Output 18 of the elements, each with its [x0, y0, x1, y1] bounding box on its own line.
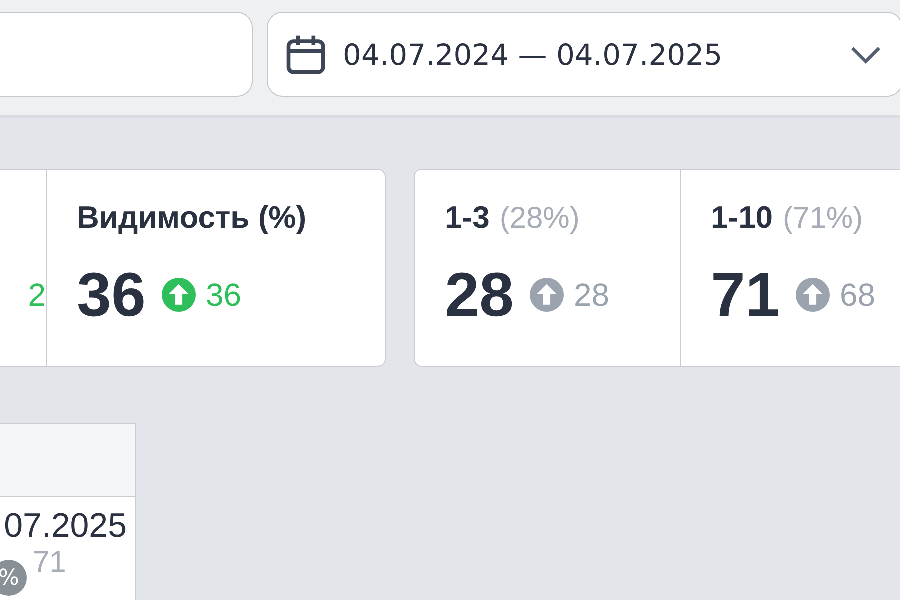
table-cell: 71 [33, 546, 66, 580]
metric-share: (28%) [500, 202, 580, 236]
date-range-text: 04.07.2024 — 04.07.2025 [343, 38, 723, 72]
metric-change: 2 [28, 276, 46, 314]
date-range-picker[interactable]: 04.07.2024 — 04.07.2025 [267, 12, 900, 97]
percent-badge: % [0, 560, 27, 596]
metric-share: (71%) [783, 202, 864, 236]
metric-change: 36 [206, 276, 242, 314]
metric-value: 71 [711, 260, 780, 330]
metric-value: 36 [77, 260, 146, 330]
metric-value: 28 [445, 260, 514, 330]
table-cell: 07.2025 [4, 507, 127, 546]
search-field[interactable] [0, 12, 253, 97]
metric-title: 1-3 [445, 200, 490, 236]
metric-change: 28 [574, 276, 610, 314]
metric-change: 68 [840, 276, 876, 314]
metric-title: 1-10 [711, 200, 774, 236]
metric-title: Видимость (%) [77, 200, 307, 236]
